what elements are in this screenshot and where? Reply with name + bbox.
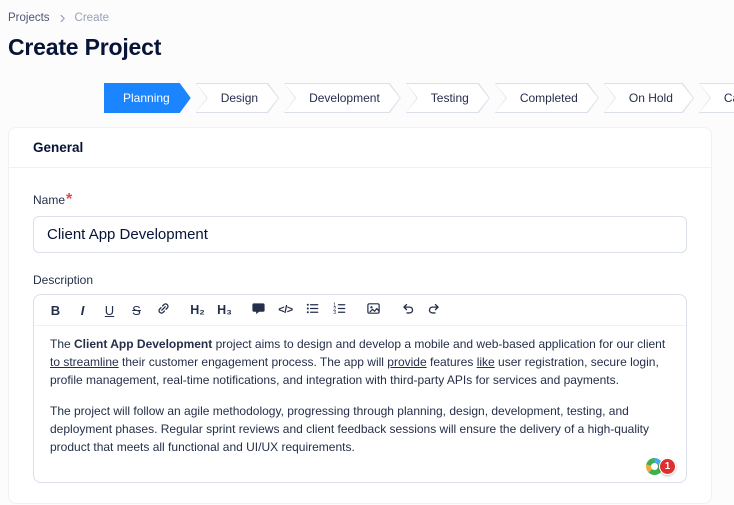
comment-button[interactable] <box>245 297 272 323</box>
name-label: Name <box>33 193 66 207</box>
code-button[interactable]: </> <box>272 297 299 323</box>
description-paragraph-1: The Client App Development project aims … <box>50 337 666 387</box>
breadcrumb: Projects Create <box>8 12 712 24</box>
link-icon <box>156 301 171 319</box>
redo-button[interactable] <box>421 297 448 323</box>
grammar-underlined-text: like <box>476 355 495 369</box>
ordered-list-icon: 123 <box>332 301 347 319</box>
grammar-underlined-text: to streamline <box>50 355 119 369</box>
image-icon <box>366 301 381 319</box>
create-project-page: Projects Create Create Project Planning … <box>0 0 734 505</box>
bold-button[interactable]: B <box>42 297 69 323</box>
ordered-list-button[interactable]: 123 <box>326 297 353 323</box>
step-testing[interactable]: Testing <box>406 83 490 113</box>
link-button[interactable] <box>150 297 177 323</box>
bullet-list-button[interactable] <box>299 297 326 323</box>
undo-icon <box>400 301 415 319</box>
grammar-error-count-badge[interactable]: 1 <box>659 458 676 475</box>
project-name-input[interactable] <box>33 216 687 253</box>
step-cancelled[interactable]: Cancelled <box>698 83 734 113</box>
redo-icon <box>427 301 442 319</box>
step-label: Cancelled <box>723 91 734 105</box>
grammar-checker-widget: 1 <box>646 458 676 475</box>
step-label: Design <box>220 91 259 105</box>
step-planning[interactable]: Planning <box>104 83 191 113</box>
step-on-hold[interactable]: On Hold <box>604 83 694 113</box>
image-button[interactable] <box>360 297 387 323</box>
chevron-right-icon <box>57 13 68 24</box>
general-card-header: General <box>9 128 711 168</box>
description-editor-content[interactable]: The Client App Development project aims … <box>34 326 686 482</box>
step-label: Development <box>309 91 380 105</box>
breadcrumb-link-projects[interactable]: Projects <box>8 12 50 24</box>
strikethrough-button[interactable]: S <box>123 297 150 323</box>
heading2-button[interactable]: H₂ <box>184 297 211 323</box>
description-paragraph-2: The project will follow an agile methodo… <box>50 404 649 454</box>
project-status-stepper: Planning Design Development Testing Comp… <box>104 83 734 113</box>
description-rich-text-editor: B I U S H₂ H₃ </> 1 2 3 The Client App D… <box>33 294 687 483</box>
general-card: General Name* Description B I U S H₂ H₃ <box>8 127 712 504</box>
step-development[interactable]: Development <box>284 83 401 113</box>
step-label: Planning <box>123 91 170 105</box>
breadcrumb-current-create: Create <box>74 12 110 24</box>
section-title: General <box>33 140 84 155</box>
underline-button[interactable]: U <box>96 297 123 323</box>
step-label: On Hold <box>628 91 673 105</box>
page-title: Create Project <box>8 34 162 60</box>
bullet-list-icon <box>305 301 320 319</box>
description-label: Description <box>33 273 94 287</box>
step-design[interactable]: Design <box>196 83 279 113</box>
step-label: Completed <box>519 91 578 105</box>
svg-text:3: 3 <box>333 310 336 316</box>
required-asterisk: * <box>66 191 73 208</box>
editor-toolbar: B I U S H₂ H₃ </> 1 2 3 <box>34 295 686 326</box>
general-card-body: Name* Description B I U S H₂ H₃ <box>9 168 711 503</box>
undo-button[interactable] <box>394 297 421 323</box>
grammar-underlined-text: provide <box>387 355 427 369</box>
italic-button[interactable]: I <box>69 297 96 323</box>
step-completed[interactable]: Completed <box>495 83 599 113</box>
name-field-group: Name* <box>33 191 687 253</box>
heading3-button[interactable]: H₃ <box>211 297 238 323</box>
comment-icon <box>251 301 266 319</box>
step-label: Testing <box>430 91 469 105</box>
